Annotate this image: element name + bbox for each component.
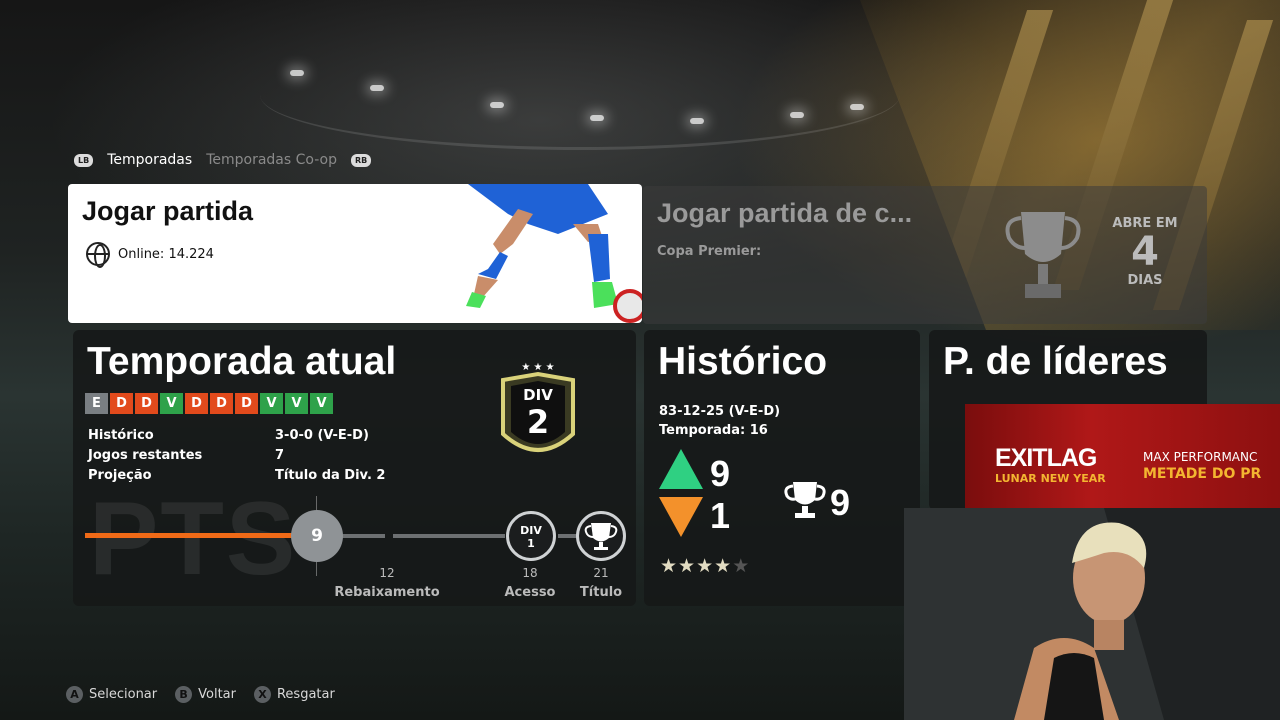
result-badge: V xyxy=(285,393,308,414)
history-panel[interactable]: Histórico 83-12-25 (V-E-D) Temporada: 16… xyxy=(644,330,920,606)
trophy-icon xyxy=(576,511,626,561)
promotions-count: 9 xyxy=(710,453,731,494)
current-season-title: Temporada atual xyxy=(87,340,397,383)
result-badge: D xyxy=(185,393,208,414)
svg-text:★ ★ ★: ★ ★ ★ xyxy=(521,362,554,373)
div1-label: DIV xyxy=(520,524,542,537)
opens-days: 4 xyxy=(1131,229,1159,275)
online-label: Online: 14.224 xyxy=(118,246,214,262)
streamer-image xyxy=(904,508,1280,720)
online-count: Online: 14.224 xyxy=(86,242,214,268)
hint-select[interactable]: A Selecionar xyxy=(66,686,157,703)
hint-back[interactable]: B Voltar xyxy=(175,686,236,703)
star-icon: ★ xyxy=(660,555,679,577)
star-icon: ★ xyxy=(714,555,733,577)
play-match-title: Jogar partida xyxy=(82,196,254,226)
days-label: DIAS xyxy=(1127,273,1163,288)
ad-subtitle: LUNAR NEW YEAR xyxy=(995,472,1106,485)
history-title: Histórico xyxy=(658,340,828,383)
division-number: 2 xyxy=(527,403,549,441)
recent-results: E D D V D D D V V V xyxy=(85,393,333,414)
marker-points: 18 xyxy=(522,566,538,580)
hint-redeem[interactable]: X Resgatar xyxy=(253,686,335,703)
stat-label: Histórico xyxy=(88,428,154,443)
trophy-icon-svg xyxy=(584,523,618,550)
progress-track xyxy=(393,534,505,538)
history-summary: 83-12-25 (V-E-D) Temporada: 16 xyxy=(659,402,780,440)
stat-row: Jogos restantes 7 xyxy=(88,448,385,468)
hint-label: Resgatar xyxy=(276,687,335,702)
lb-button-icon[interactable]: LB xyxy=(74,153,94,167)
cup-subtitle: Copa Premier: xyxy=(657,244,762,259)
ad-logo: EXITLAG xyxy=(995,444,1097,472)
star-icon: ★ xyxy=(696,555,715,577)
tab-temporadas-coop[interactable]: Temporadas Co-op xyxy=(206,152,337,168)
opens-countdown: ABRE EM 4 DIAS xyxy=(1105,216,1185,288)
season-stats: Histórico 3-0-0 (V-E-D) Jogos restantes … xyxy=(88,428,385,488)
current-points-marker: 9 xyxy=(291,510,343,562)
result-badge: V xyxy=(310,393,333,414)
result-badge: E xyxy=(85,393,108,414)
progress-fill xyxy=(85,533,315,538)
rating-stars: ★★★★★ xyxy=(660,555,750,577)
relegations-count: 1 xyxy=(710,495,731,536)
x-button-icon: X xyxy=(253,686,271,703)
marker-points: 21 xyxy=(593,566,609,580)
webcam-overlay xyxy=(904,508,1280,720)
pts-watermark: PTS xyxy=(89,481,298,597)
stat-label: Jogos restantes xyxy=(88,448,203,463)
controller-hints: A Selecionar B Voltar X Resgatar xyxy=(66,686,335,703)
ad-line-1: MAX PERFORMANC xyxy=(1143,450,1258,464)
result-badge: D xyxy=(235,393,258,414)
history-record: 83-12-25 (V-E-D) xyxy=(659,404,781,419)
cup-match-title: Jogar partida de c... xyxy=(657,198,913,228)
history-season: Temporada: 16 xyxy=(659,423,768,438)
progress-track xyxy=(558,534,578,538)
division-label: DIV xyxy=(523,386,553,404)
stadium-background xyxy=(260,40,900,150)
star-icon: ★ xyxy=(732,555,751,577)
hint-label: Selecionar xyxy=(89,687,158,702)
titles-trophy-icon xyxy=(784,482,826,518)
result-badge: D xyxy=(110,393,133,414)
player-kicking-image xyxy=(466,184,642,323)
marker-label: Rebaixamento xyxy=(334,585,440,600)
globe-icon xyxy=(86,242,110,268)
hint-label: Voltar xyxy=(198,687,236,702)
rb-button-icon[interactable]: RB xyxy=(350,153,372,167)
result-badge: V xyxy=(260,393,283,414)
promotion-arrow-icon xyxy=(659,449,703,489)
leaderboard-title: P. de líderes xyxy=(943,340,1168,383)
result-badge: V xyxy=(160,393,183,414)
div1-number: 1 xyxy=(527,537,535,550)
stat-value: 7 xyxy=(275,448,285,463)
cup-match-card[interactable]: Jogar partida de c... Copa Premier: ABRE… xyxy=(643,186,1207,324)
marker-points: 12 xyxy=(379,566,395,580)
stat-row: Histórico 3-0-0 (V-E-D) xyxy=(88,428,385,448)
mode-tabs: LB Temporadas Temporadas Co-op RB xyxy=(74,152,372,168)
exitlag-ad-banner: EXITLAG LUNAR NEW YEAR MAX PERFORMANC ME… xyxy=(965,404,1280,510)
play-match-card[interactable]: Jogar partida Online: 14.224 xyxy=(68,184,642,323)
trophy-icon xyxy=(1005,212,1081,298)
titles-count: 9 xyxy=(830,482,851,523)
division-badge: ★ ★ ★ DIV 2 xyxy=(501,362,575,452)
ad-line-2: METADE DO PR xyxy=(1143,466,1262,482)
star-icon: ★ xyxy=(678,555,697,577)
a-button-icon: A xyxy=(66,686,83,703)
div1-icon: DIV 1 xyxy=(506,511,556,561)
current-season-panel[interactable]: Temporada atual E D D V D D D V V V Hist… xyxy=(73,330,636,606)
result-badge: D xyxy=(135,393,158,414)
b-button-icon: B xyxy=(175,686,193,703)
relegation-arrow-icon xyxy=(659,497,703,537)
stat-value: 3-0-0 (V-E-D) xyxy=(275,428,369,443)
tab-temporadas[interactable]: Temporadas xyxy=(107,152,192,168)
result-badge: D xyxy=(210,393,233,414)
marker-label: Título xyxy=(579,585,623,600)
